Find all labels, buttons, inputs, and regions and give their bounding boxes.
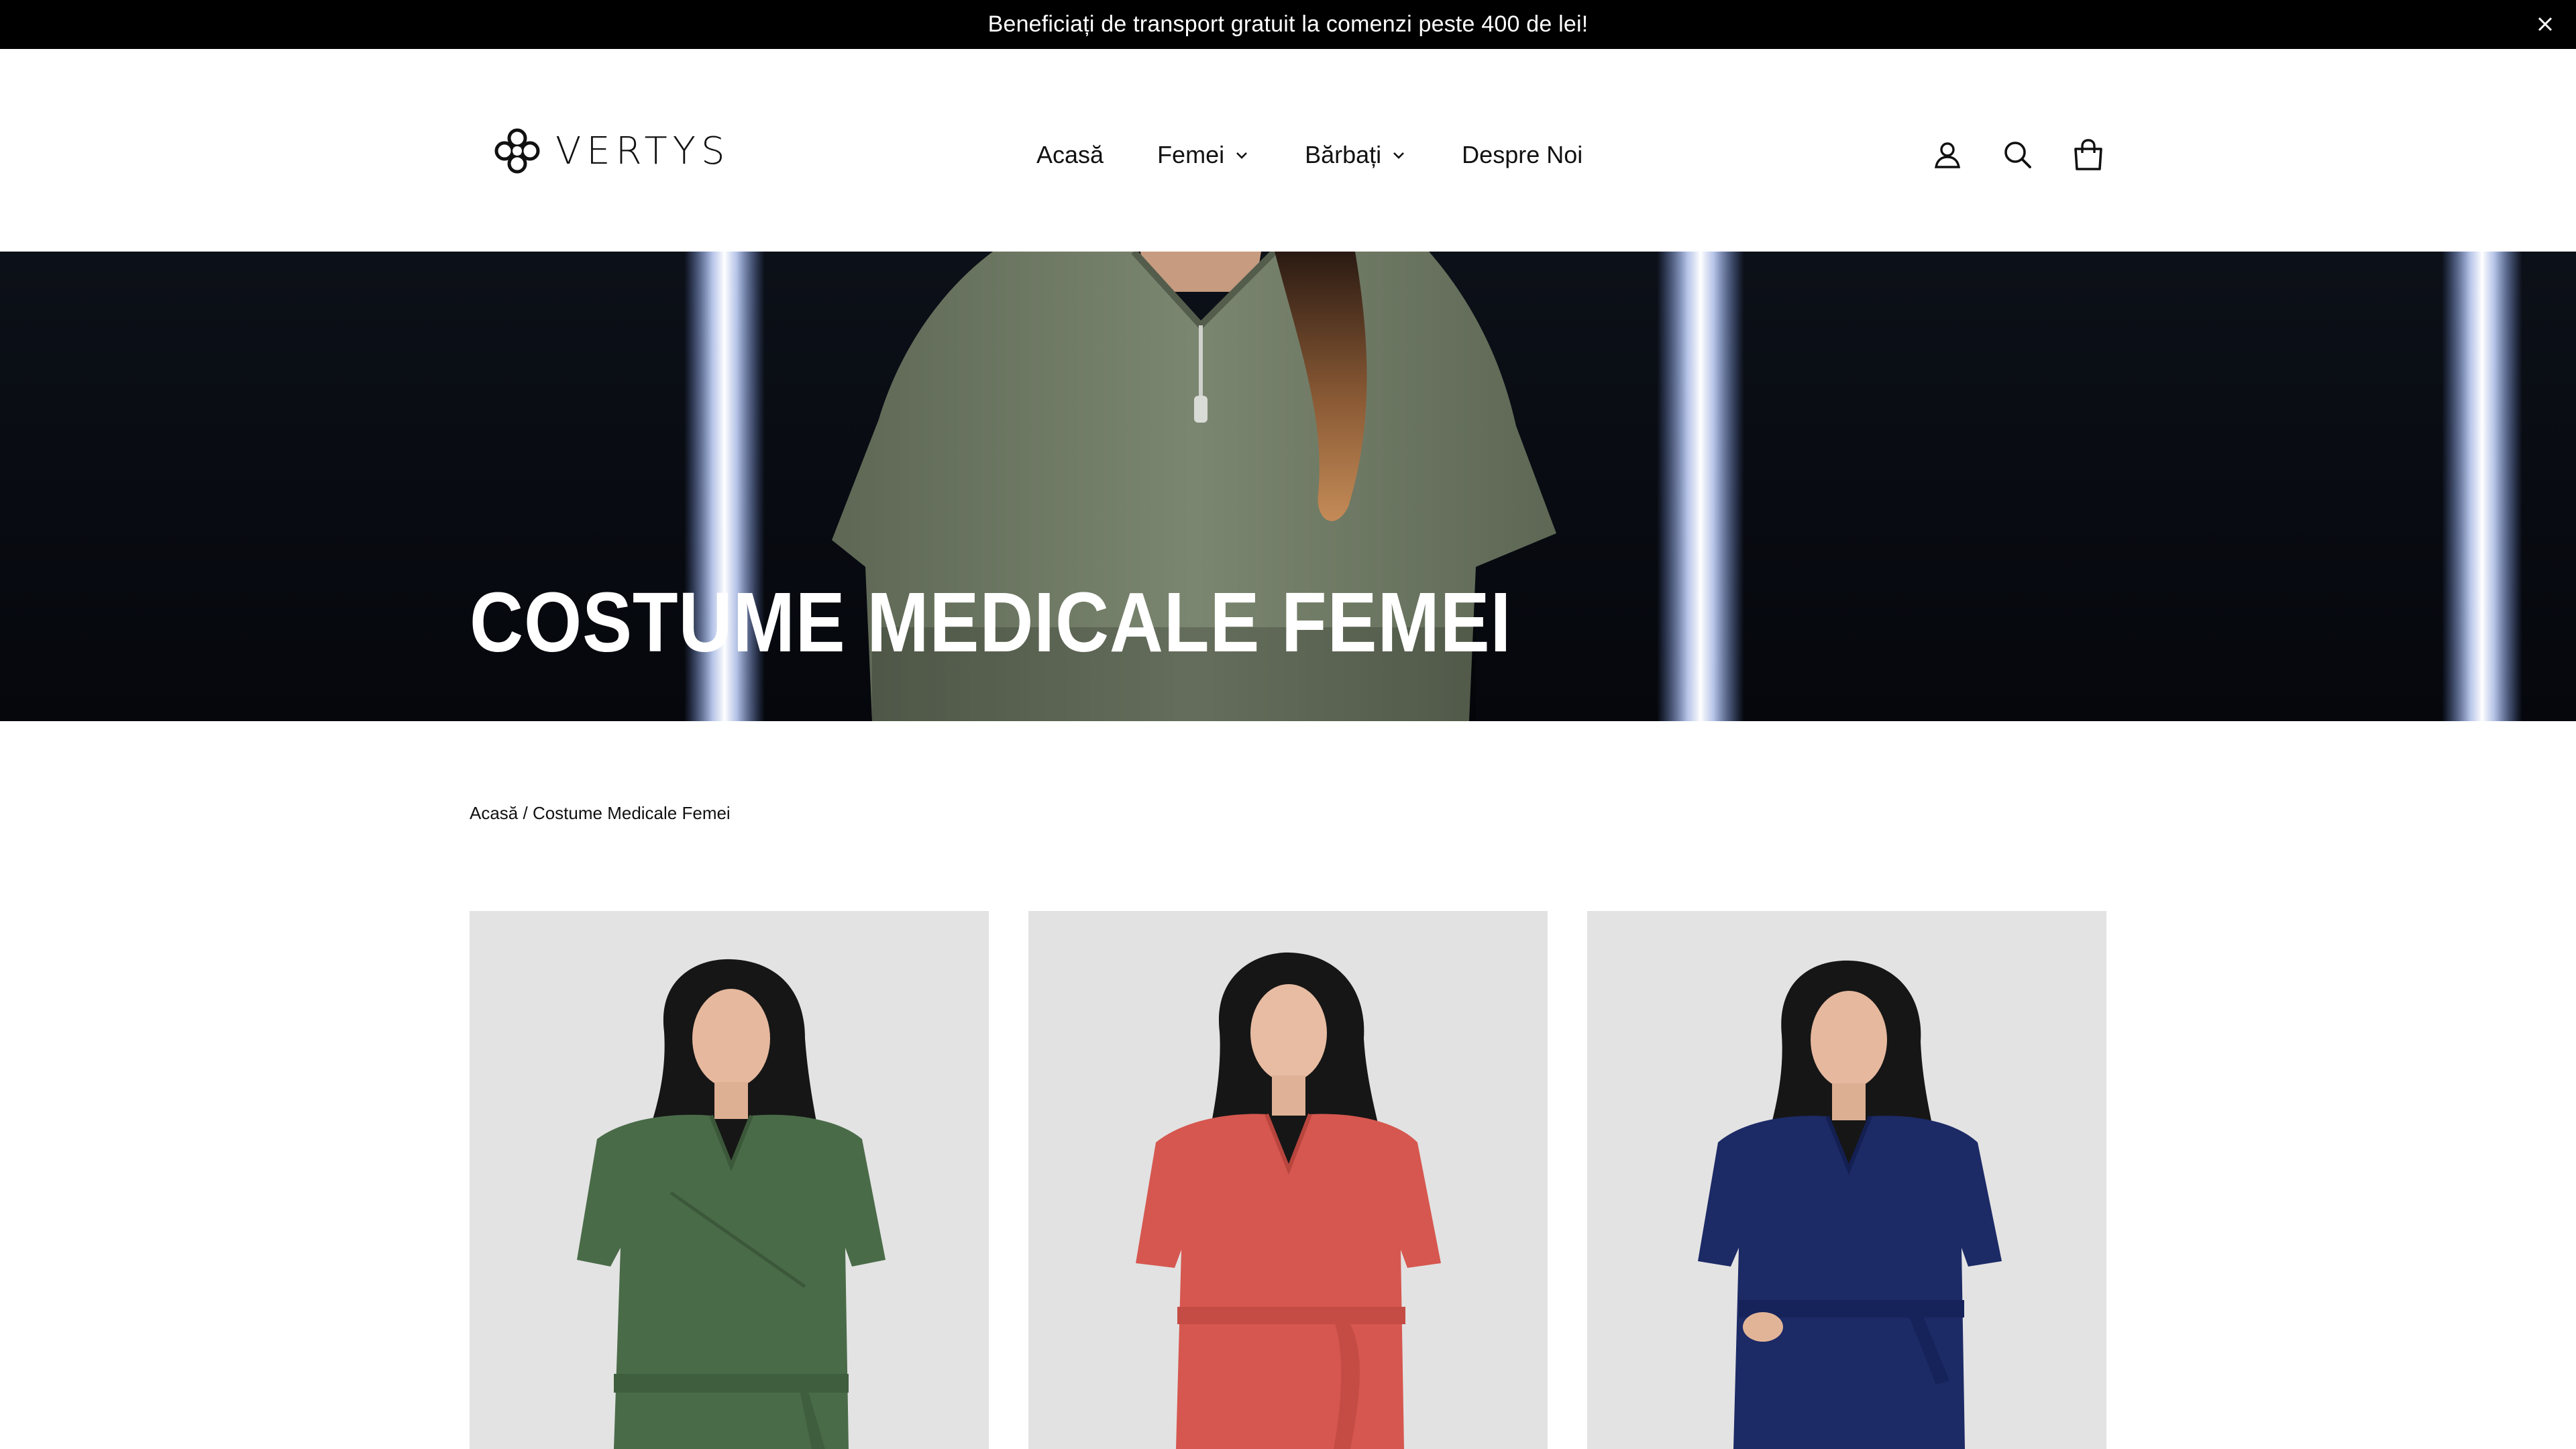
product-photo <box>470 911 989 1449</box>
breadcrumb-separator: / <box>518 803 533 823</box>
nav-item-barbati[interactable]: Bărbați <box>1305 141 1408 169</box>
nav-item-label: Acasă <box>1036 141 1104 168</box>
close-icon[interactable] <box>2533 12 2557 36</box>
product-grid <box>470 911 2106 1449</box>
nav-item-label: Bărbați <box>1305 141 1382 168</box>
nav-item-label: Femei <box>1157 141 1225 168</box>
announcement-bar: Beneficiați de transport gratuit la come… <box>0 0 2576 49</box>
chevron-down-icon <box>1393 152 1405 159</box>
product-photo <box>1587 911 2106 1449</box>
product-card[interactable] <box>1587 911 2106 1449</box>
breadcrumb-current: Costume Medicale Femei <box>532 803 731 823</box>
cart-icon <box>2074 139 2102 170</box>
logo-mark-icon <box>494 128 540 174</box>
product-card[interactable] <box>470 911 989 1449</box>
account-button[interactable] <box>1921 128 1974 182</box>
announcement-text: Beneficiați de transport gratuit la come… <box>987 11 1589 37</box>
logo-text: VERTYS <box>555 129 731 173</box>
search-icon <box>2004 142 2031 168</box>
chevron-down-icon <box>1236 152 1248 159</box>
site-header: VERTYS Acasă Femei Bărbați Despre Noi <box>0 49 2576 252</box>
nav-item-label: Despre Noi <box>1462 141 1583 168</box>
collection-hero: COSTUME MEDICALE FEMEI <box>0 252 2576 721</box>
collection-title: COSTUME MEDICALE FEMEI <box>470 575 1512 669</box>
breadcrumb-home-link[interactable]: Acasă <box>470 803 518 823</box>
product-card[interactable] <box>1028 911 1548 1449</box>
product-photo <box>1028 911 1548 1449</box>
search-button[interactable] <box>1991 128 2045 182</box>
account-icon <box>1934 142 1961 168</box>
main-nav: Acasă Femei Bărbați Despre Noi <box>1036 128 1582 182</box>
cart-button[interactable] <box>2061 128 2115 182</box>
breadcrumb: Acasă / Costume Medicale Femei <box>470 803 731 824</box>
nav-item-femei[interactable]: Femei <box>1157 141 1251 169</box>
nav-item-acasa[interactable]: Acasă <box>1036 141 1104 169</box>
nav-item-despre-noi[interactable]: Despre Noi <box>1462 141 1582 169</box>
brand-logo[interactable]: VERTYS <box>491 124 731 178</box>
